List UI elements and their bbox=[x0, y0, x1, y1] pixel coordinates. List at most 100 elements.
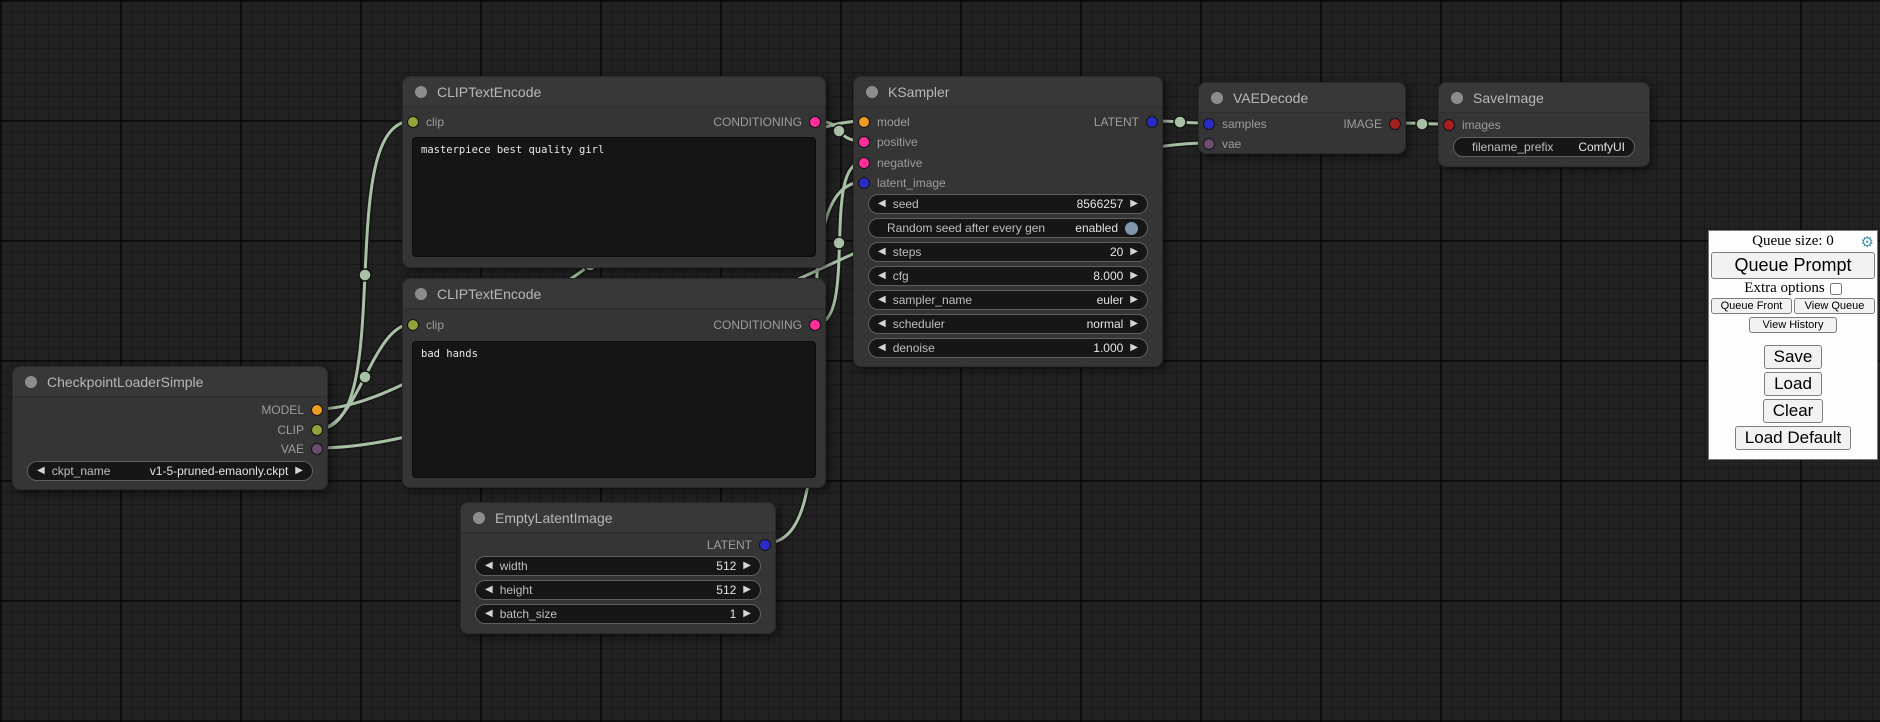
positive-slot-dot[interactable] bbox=[858, 136, 870, 148]
queue-front-button[interactable]: Queue Front bbox=[1711, 298, 1792, 314]
increment-arrow-icon[interactable]: ▶ bbox=[1130, 199, 1138, 209]
increment-arrow-icon[interactable]: ▶ bbox=[1130, 295, 1138, 305]
latent-slot-dot[interactable] bbox=[759, 539, 771, 551]
decrement-arrow-icon[interactable]: ◀ bbox=[485, 609, 493, 619]
node-empty-latent-image[interactable]: EmptyLatentImage LATENT ◀ width 512 ▶ ◀ … bbox=[460, 502, 776, 634]
node-collapse-dot[interactable] bbox=[25, 376, 37, 388]
node-collapse-dot[interactable] bbox=[415, 288, 427, 300]
decrement-arrow-icon[interactable]: ◀ bbox=[37, 466, 45, 476]
extra-options-checkbox[interactable] bbox=[1830, 283, 1842, 295]
node-checkpoint-loader[interactable]: CheckpointLoaderSimple MODEL CLIP VAE ◀ … bbox=[12, 366, 328, 490]
increment-arrow-icon[interactable]: ▶ bbox=[743, 585, 751, 595]
node-save-image[interactable]: SaveImage images filename_prefix ComfyUI bbox=[1438, 82, 1650, 167]
node-collapse-dot[interactable] bbox=[1211, 92, 1223, 104]
node-ksampler[interactable]: KSampler model positive negative latent_… bbox=[853, 76, 1163, 367]
increment-arrow-icon[interactable]: ▶ bbox=[743, 561, 751, 571]
node-header[interactable]: CLIPTextEncode bbox=[403, 77, 825, 107]
node-collapse-dot[interactable] bbox=[866, 86, 878, 98]
decrement-arrow-icon[interactable]: ◀ bbox=[878, 319, 886, 329]
decrement-arrow-icon[interactable]: ◀ bbox=[485, 585, 493, 595]
clip-slot-dot[interactable] bbox=[407, 319, 419, 331]
input-slot-images[interactable]: images bbox=[1443, 116, 1501, 134]
input-slot-model[interactable]: model bbox=[858, 113, 910, 131]
node-clip-text-encode-positive[interactable]: CLIPTextEncode clip CONDITIONING masterp… bbox=[402, 76, 826, 268]
increment-arrow-icon[interactable]: ▶ bbox=[295, 466, 303, 476]
widget-cfg[interactable]: ◀ cfg 8.000 ▶ bbox=[868, 266, 1148, 286]
graph-canvas[interactable]: CheckpointLoaderSimple MODEL CLIP VAE ◀ … bbox=[0, 0, 1880, 722]
widget-batch-size[interactable]: ◀ batch_size 1 ▶ bbox=[475, 604, 761, 624]
decrement-arrow-icon[interactable]: ◀ bbox=[878, 247, 886, 257]
node-header[interactable]: CheckpointLoaderSimple bbox=[13, 367, 327, 397]
model-slot-dot[interactable] bbox=[858, 116, 870, 128]
clip-slot-dot[interactable] bbox=[311, 424, 323, 436]
widget-steps[interactable]: ◀ steps 20 ▶ bbox=[868, 242, 1148, 262]
node-header[interactable]: CLIPTextEncode bbox=[403, 279, 825, 309]
node-collapse-dot[interactable] bbox=[1451, 92, 1463, 104]
node-collapse-dot[interactable] bbox=[473, 512, 485, 524]
node-header[interactable]: SaveImage bbox=[1439, 83, 1649, 113]
latent-slot-dot[interactable] bbox=[858, 177, 870, 189]
node-clip-text-encode-negative[interactable]: CLIPTextEncode clip CONDITIONING bad han… bbox=[402, 278, 826, 488]
decrement-arrow-icon[interactable]: ◀ bbox=[485, 561, 493, 571]
output-slot-conditioning[interactable]: CONDITIONING bbox=[713, 316, 821, 334]
widget-sampler-name[interactable]: ◀ sampler_name euler ▶ bbox=[868, 290, 1148, 310]
decrement-arrow-icon[interactable]: ◀ bbox=[878, 343, 886, 353]
clip-slot-dot[interactable] bbox=[407, 116, 419, 128]
samples-slot-dot[interactable] bbox=[1203, 118, 1215, 130]
negative-prompt-textarea[interactable]: bad hands bbox=[412, 341, 816, 478]
vae-slot-dot[interactable] bbox=[311, 443, 323, 455]
view-queue-button[interactable]: View Queue bbox=[1794, 298, 1875, 314]
input-slot-negative[interactable]: negative bbox=[858, 154, 922, 172]
output-slot-vae[interactable]: VAE bbox=[281, 440, 323, 458]
vae-slot-dot[interactable] bbox=[1203, 138, 1215, 150]
load-button[interactable]: Load bbox=[1764, 372, 1822, 396]
node-header[interactable]: KSampler bbox=[854, 77, 1162, 107]
input-slot-vae[interactable]: vae bbox=[1203, 135, 1241, 153]
output-slot-latent[interactable]: LATENT bbox=[1094, 113, 1158, 131]
decrement-arrow-icon[interactable]: ◀ bbox=[878, 199, 886, 209]
node-header[interactable]: VAEDecode bbox=[1199, 83, 1405, 113]
input-slot-clip[interactable]: clip bbox=[407, 113, 444, 131]
widget-height[interactable]: ◀ height 512 ▶ bbox=[475, 580, 761, 600]
decrement-arrow-icon[interactable]: ◀ bbox=[878, 295, 886, 305]
conditioning-slot-dot[interactable] bbox=[809, 319, 821, 331]
widget-denoise[interactable]: ◀ denoise 1.000 ▶ bbox=[868, 338, 1148, 358]
conditioning-slot-dot[interactable] bbox=[809, 116, 821, 128]
output-slot-model[interactable]: MODEL bbox=[261, 401, 323, 419]
increment-arrow-icon[interactable]: ▶ bbox=[1130, 271, 1138, 281]
output-slot-image[interactable]: IMAGE bbox=[1343, 115, 1401, 133]
widget-filename-prefix[interactable]: filename_prefix ComfyUI bbox=[1453, 137, 1635, 157]
output-slot-conditioning[interactable]: CONDITIONING bbox=[713, 113, 821, 131]
model-slot-dot[interactable] bbox=[311, 404, 323, 416]
input-slot-clip[interactable]: clip bbox=[407, 316, 444, 334]
output-slot-latent[interactable]: LATENT bbox=[707, 536, 771, 554]
increment-arrow-icon[interactable]: ▶ bbox=[743, 609, 751, 619]
input-slot-latent-image[interactable]: latent_image bbox=[858, 174, 946, 192]
widget-random-seed-toggle[interactable]: Random seed after every gen enabled bbox=[868, 218, 1148, 238]
gear-icon[interactable]: ⚙ bbox=[1861, 233, 1874, 252]
negative-slot-dot[interactable] bbox=[858, 157, 870, 169]
queue-prompt-button[interactable]: Queue Prompt bbox=[1711, 252, 1875, 279]
widget-seed[interactable]: ◀ seed 8566257 ▶ bbox=[868, 194, 1148, 214]
increment-arrow-icon[interactable]: ▶ bbox=[1130, 247, 1138, 257]
clear-button[interactable]: Clear bbox=[1763, 399, 1824, 423]
images-slot-dot[interactable] bbox=[1443, 119, 1455, 131]
increment-arrow-icon[interactable]: ▶ bbox=[1130, 343, 1138, 353]
widget-width[interactable]: ◀ width 512 ▶ bbox=[475, 556, 761, 576]
image-slot-dot[interactable] bbox=[1389, 118, 1401, 130]
node-vae-decode[interactable]: VAEDecode samples vae IMAGE bbox=[1198, 82, 1406, 154]
load-default-button[interactable]: Load Default bbox=[1735, 426, 1851, 450]
increment-arrow-icon[interactable]: ▶ bbox=[1130, 319, 1138, 329]
decrement-arrow-icon[interactable]: ◀ bbox=[878, 271, 886, 281]
input-slot-positive[interactable]: positive bbox=[858, 133, 918, 151]
node-header[interactable]: EmptyLatentImage bbox=[461, 503, 775, 533]
widget-ckpt-name[interactable]: ◀ ckpt_name v1-5-pruned-emaonly.ckpt ▶ bbox=[27, 461, 313, 481]
output-slot-clip[interactable]: CLIP bbox=[277, 421, 323, 439]
input-slot-samples[interactable]: samples bbox=[1203, 115, 1267, 133]
positive-prompt-textarea[interactable]: masterpiece best quality girl bbox=[412, 137, 816, 257]
latent-slot-dot[interactable] bbox=[1146, 116, 1158, 128]
widget-scheduler[interactable]: ◀ scheduler normal ▶ bbox=[868, 314, 1148, 334]
view-history-button[interactable]: View History bbox=[1749, 317, 1837, 333]
toggle-enabled-dot[interactable] bbox=[1125, 222, 1138, 235]
save-button[interactable]: Save bbox=[1764, 345, 1823, 369]
